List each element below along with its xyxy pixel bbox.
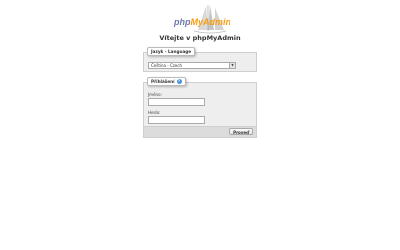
phpmyadmin-logo: phpMyAdmin	[170, 4, 230, 36]
login-footer: Proveď	[144, 126, 256, 137]
language-legend: Jazyk - Language	[147, 47, 196, 56]
username-field[interactable]	[148, 98, 205, 106]
username-label: Jméno:	[148, 92, 162, 97]
svg-text:phpMyAdmin: phpMyAdmin	[173, 17, 230, 27]
login-panel: Přihlášení ? Jméno: Heslo: Proveď	[143, 77, 257, 138]
logo-php-text: php	[173, 17, 191, 27]
chevron-down-icon[interactable]: ▼	[229, 63, 235, 68]
password-field[interactable]	[148, 116, 205, 124]
login-legend: Přihlášení ?	[147, 77, 186, 86]
sailboat-logo-icon: phpMyAdmin	[173, 5, 230, 34]
login-page: phpMyAdmin Vítejte v phpMyAdmin Jazyk - …	[0, 0, 400, 250]
page-title: Vítejte v phpMyAdmin	[159, 34, 241, 42]
go-button[interactable]: Proveď	[229, 128, 253, 135]
logo-myadmin-text: MyAdmin	[191, 17, 231, 27]
language-select[interactable]: Čeština - Czech ▼	[148, 62, 236, 69]
login-legend-label: Přihlášení	[151, 79, 175, 84]
language-legend-label: Jazyk - Language	[151, 49, 192, 54]
language-select-value: Čeština - Czech	[151, 63, 183, 68]
language-panel: Jazyk - Language Čeština - Czech ▼	[143, 47, 257, 72]
help-icon[interactable]: ?	[176, 79, 182, 84]
password-label: Heslo:	[148, 110, 161, 115]
